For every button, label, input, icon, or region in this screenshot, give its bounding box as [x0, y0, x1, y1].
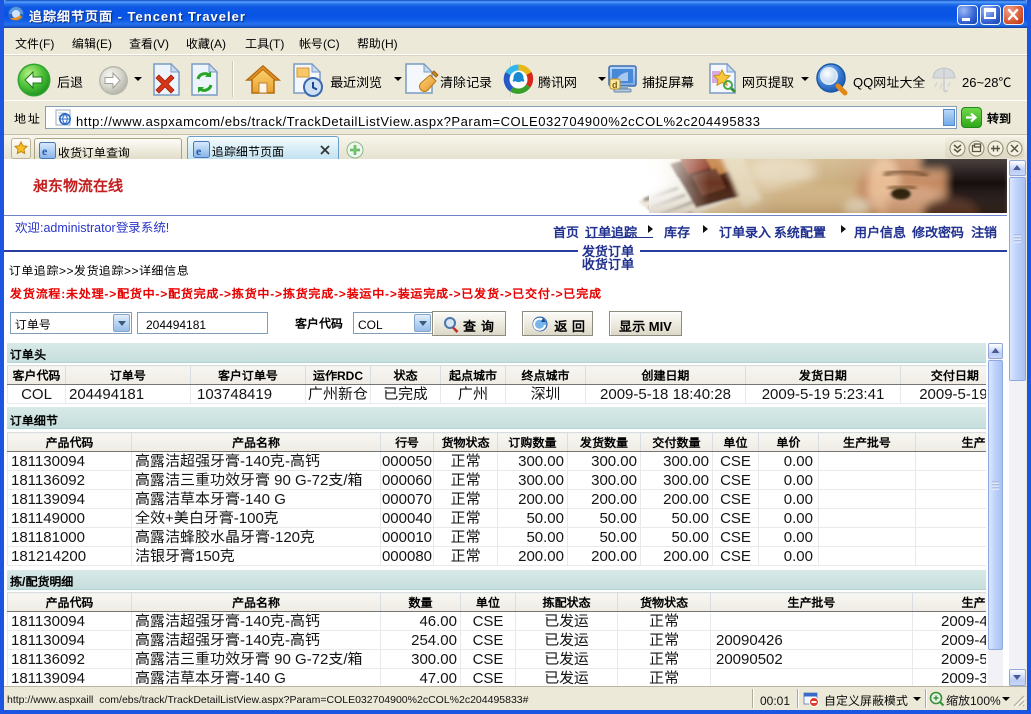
svg-text:d: d	[612, 78, 618, 91]
svg-text:e: e	[196, 144, 202, 158]
svg-text:e: e	[42, 144, 48, 158]
